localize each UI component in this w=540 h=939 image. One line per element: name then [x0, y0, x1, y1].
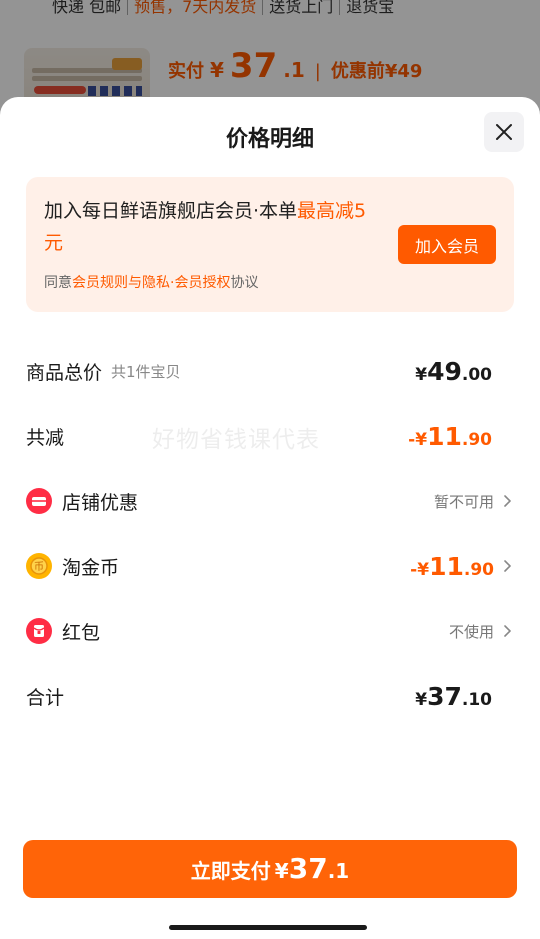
- gold-coin-amount: - ¥11.90: [410, 551, 494, 581]
- gold-coin-label: 淘金币: [62, 556, 120, 579]
- watermark: 好物省钱课代表: [152, 427, 320, 453]
- sum-label: 合计: [26, 686, 65, 709]
- join-member-button[interactable]: 加入会员: [398, 225, 496, 264]
- chevron-right-icon: [504, 560, 511, 572]
- red-packet-status: 不使用: [448, 622, 494, 641]
- row-gold-coin[interactable]: 币 淘金币 - ¥11.90: [26, 546, 514, 586]
- chevron-right-icon: [504, 625, 511, 637]
- sheet-title: 价格明细: [225, 127, 314, 152]
- member-promo-text: 加入每日鲜语旗舰店会员·本单最高减5元: [44, 195, 374, 259]
- total-price-label: 商品总价: [26, 361, 103, 384]
- row-sum: 合计 ¥37.10: [26, 676, 514, 716]
- close-button[interactable]: [484, 112, 524, 152]
- member-promo-main: 加入每日鲜语旗舰店会员·本单: [44, 200, 298, 222]
- store-coupon-label: 店铺优惠: [62, 491, 139, 514]
- close-icon: [496, 124, 512, 140]
- row-total-price: 商品总价 共1件宝贝 ¥49.00: [26, 351, 514, 391]
- sum-amount: ¥37.10: [415, 681, 492, 711]
- item-count: 共1件宝贝: [111, 362, 181, 381]
- pay-now-button[interactable]: 立即支付 ¥37.1: [23, 840, 517, 898]
- svg-text:币: 币: [34, 561, 44, 573]
- pay-currency: ¥: [274, 859, 289, 883]
- total-discount-amount: - ¥11.90: [408, 421, 492, 451]
- price-detail-sheet: 价格明细 加入每日鲜语旗舰店会员·本单最高减5元 加入会员 同意会员规则与隐私·…: [0, 97, 540, 939]
- pay-label: 立即支付: [190, 859, 271, 883]
- row-red-packet[interactable]: 红包 不使用: [26, 611, 514, 651]
- row-store-coupon[interactable]: 店铺优惠 暂不可用: [26, 481, 514, 521]
- agreement-link[interactable]: 会员规则与隐私·会员授权: [72, 275, 230, 291]
- red-packet-label: 红包: [62, 621, 101, 644]
- pay-int: 37: [288, 852, 328, 885]
- member-promo-card: 加入每日鲜语旗舰店会员·本单最高减5元 加入会员 同意会员规则与隐私·会员授权协…: [26, 177, 514, 312]
- pay-dec: .1: [327, 859, 350, 883]
- total-price-amount: ¥49.00: [415, 356, 492, 386]
- red-packet-icon: [26, 618, 52, 644]
- chevron-right-icon: [504, 495, 511, 507]
- gold-coin-icon: 币: [26, 553, 52, 579]
- agree-suffix: 协议: [230, 275, 259, 291]
- total-discount-label: 共减: [26, 426, 65, 449]
- store-coupon-icon: [26, 488, 52, 514]
- agree-prefix: 同意: [44, 275, 72, 291]
- store-coupon-status: 暂不可用: [433, 492, 494, 511]
- agreement-text: 同意会员规则与隐私·会员授权协议: [44, 272, 258, 292]
- home-indicator: [169, 925, 367, 930]
